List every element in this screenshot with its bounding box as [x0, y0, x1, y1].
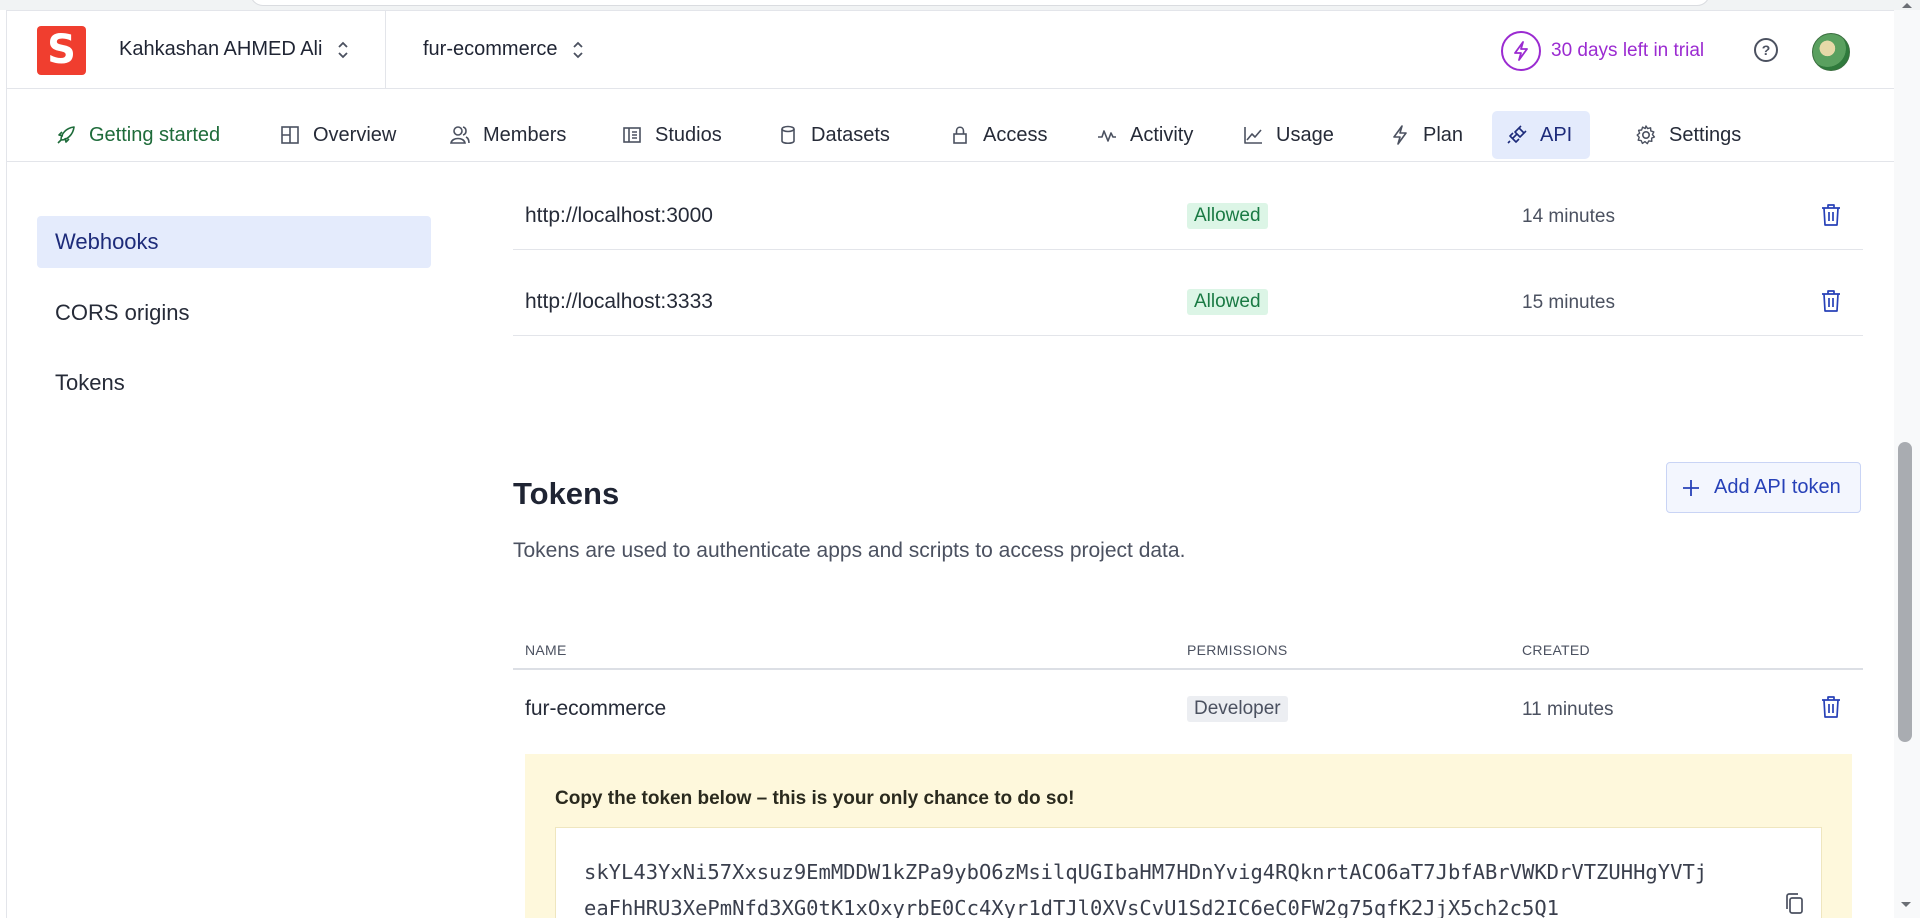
tab-api[interactable]: API [1492, 111, 1590, 159]
status-badge: Allowed [1187, 289, 1268, 315]
chevron-updown-icon [338, 41, 349, 58]
bolt-icon [1393, 125, 1407, 145]
token-warning-panel: Copy the token below – this is your only… [525, 754, 1852, 918]
cors-origin: http://localhost:3000 [525, 204, 713, 227]
tab-access[interactable]: Access [935, 111, 1061, 159]
database-icon [781, 125, 795, 145]
tab-label: Plan [1423, 123, 1464, 146]
column-header-name: NAME [525, 642, 567, 658]
plug-icon [1507, 125, 1527, 144]
section-description: Tokens are used to authenticate apps and… [513, 539, 1186, 562]
sidebar-item-webhooks[interactable]: Webhooks [37, 216, 431, 268]
project-name: fur-ecommerce [423, 38, 558, 60]
org-name: Kahkashan AHMED Ali [119, 38, 323, 60]
created-time: 14 minutes [1522, 206, 1615, 227]
scrollbar-thumb[interactable] [1898, 442, 1912, 742]
trash-icon[interactable] [1819, 694, 1843, 720]
add-api-token-button[interactable]: Add API token [1666, 462, 1861, 513]
table-row: http://localhost:3333 Allowed 15 minutes [513, 250, 1863, 336]
address-bar[interactable] [250, 0, 1710, 6]
button-label: Add API token [1714, 476, 1841, 498]
permission-badge: Developer [1187, 696, 1288, 722]
tab-label: Access [983, 123, 1048, 146]
column-header-created: CREATED [1522, 642, 1590, 658]
chart-icon [1244, 127, 1262, 144]
tab-settings[interactable]: Settings [1621, 111, 1755, 159]
app-frame: S Kahkashan AHMED Ali fur-ecommerce 30 d… [6, 10, 1895, 918]
warning-text: Copy the token below – this is your only… [555, 788, 1075, 809]
trial-text: 30 days left in trial [1551, 40, 1705, 61]
tab-label: Getting started [89, 123, 221, 146]
org-switcher[interactable]: Kahkashan AHMED Ali [119, 38, 350, 61]
token-name: fur-ecommerce [525, 697, 667, 720]
token-value[interactable]: skYL43YxNi57Xxsuz9EmMDDW1kZPa9ybO6zMsilq… [584, 854, 1714, 918]
column-header-permissions: PERMISSIONS [1187, 642, 1288, 658]
table-header: NAME PERMISSIONS CREATED [513, 630, 1863, 670]
trial-indicator[interactable]: 30 days left in trial [1501, 31, 1704, 71]
project-nav: Getting started Overview Members Studios… [7, 90, 1895, 162]
tab-members[interactable]: Members [435, 111, 580, 159]
created-time: 15 minutes [1522, 292, 1615, 313]
project-switcher[interactable]: fur-ecommerce [423, 38, 585, 61]
divider [385, 11, 386, 89]
gear-icon [1636, 125, 1656, 145]
sanity-logo[interactable]: S [37, 26, 86, 75]
bolt-icon [1501, 31, 1541, 71]
copy-icon[interactable] [1784, 891, 1806, 917]
grid-icon [281, 126, 299, 144]
tab-label: Studios [655, 123, 722, 146]
tab-label: Activity [1130, 123, 1194, 146]
help-icon[interactable]: ? [1754, 38, 1778, 62]
scroll-down-arrow-icon[interactable] [1899, 900, 1913, 910]
tab-activity[interactable]: Activity [1082, 111, 1207, 159]
tab-datasets[interactable]: Datasets [763, 111, 904, 159]
created-time: 11 minutes [1522, 699, 1614, 720]
cors-origin: http://localhost:3333 [525, 290, 713, 313]
trash-icon[interactable] [1819, 288, 1843, 314]
user-avatar[interactable] [1812, 33, 1850, 71]
tab-getting-started[interactable]: Getting started [41, 111, 234, 159]
users-icon [450, 126, 470, 144]
top-bar: S Kahkashan AHMED Ali fur-ecommerce 30 d… [7, 11, 1895, 89]
status-badge: Allowed [1187, 203, 1268, 229]
tab-label: Overview [313, 123, 397, 146]
tab-label: Usage [1276, 123, 1334, 146]
lock-icon [953, 126, 967, 144]
token-box: skYL43YxNi57Xxsuz9EmMDDW1kZPa9ybO6zMsilq… [555, 827, 1822, 918]
tab-overview[interactable]: Overview [265, 111, 410, 159]
table-row: http://localhost:3000 Allowed 14 minutes [513, 164, 1863, 250]
plus-icon [1683, 479, 1699, 496]
tab-plan[interactable]: Plan [1375, 111, 1477, 159]
tab-studios[interactable]: Studios [607, 111, 736, 159]
tab-label: Members [483, 123, 567, 146]
tab-usage[interactable]: Usage [1228, 111, 1348, 159]
browser-address-area [0, 0, 1920, 10]
trash-icon[interactable] [1819, 202, 1843, 228]
tab-label: API [1540, 123, 1573, 146]
tab-label: Datasets [811, 123, 890, 146]
studio-icon [623, 127, 641, 143]
chevron-updown-icon [573, 41, 584, 58]
section-title: Tokens [513, 476, 620, 511]
activity-icon [1098, 130, 1116, 142]
table-row: fur-ecommerce Developer 11 minutes [513, 673, 1863, 745]
scroll-up-arrow-icon[interactable] [1900, 0, 1914, 10]
tab-label: Settings [1669, 123, 1742, 146]
sidebar-item-tokens[interactable]: Tokens [37, 357, 430, 409]
sidebar-item-cors-origins[interactable]: CORS origins [37, 287, 430, 339]
rocket-icon [57, 126, 75, 144]
